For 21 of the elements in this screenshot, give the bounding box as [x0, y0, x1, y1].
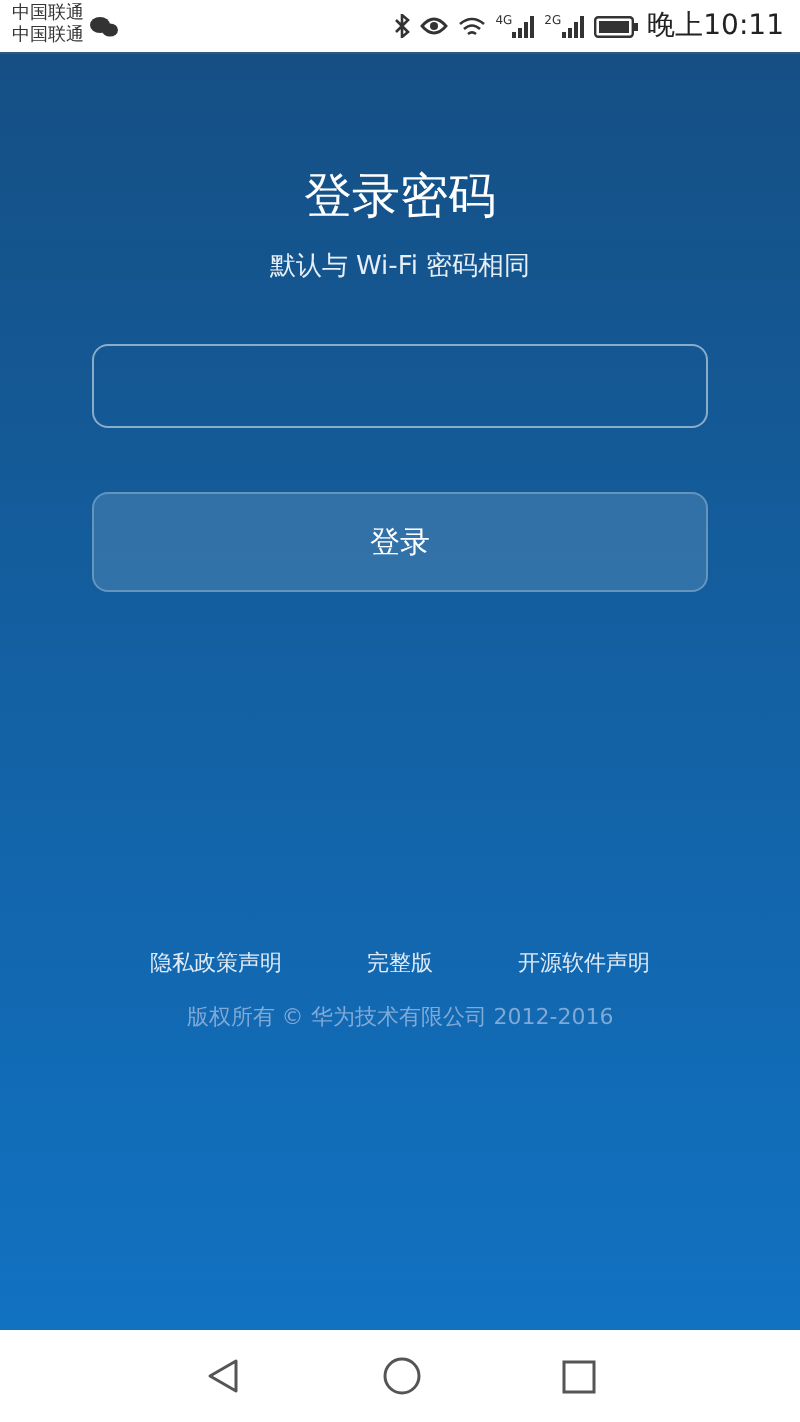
page-title: 登录密码 — [304, 166, 496, 228]
copyright-text: 版权所有 © 华为技术有限公司 2012-2016 — [186, 1002, 614, 1032]
footer-link[interactable]: 隐私政策声明 — [150, 948, 282, 978]
carrier-name: 中国联通 — [12, 26, 84, 48]
carrier-name: 中国联通 — [12, 4, 84, 25]
eye-icon — [419, 16, 448, 36]
password-field[interactable] — [92, 344, 708, 428]
chat-bubbles-icon — [90, 15, 118, 37]
home-icon[interactable] — [381, 1356, 421, 1396]
login-button[interactable]: 登录 — [92, 492, 708, 592]
back-icon[interactable] — [205, 1358, 241, 1394]
signal-icon — [512, 15, 535, 37]
footer-link[interactable]: 完整版 — [367, 948, 433, 978]
footer-link[interactable]: 开源软件声明 — [518, 948, 650, 978]
battery-icon — [593, 15, 638, 37]
clock-time: 晚上10:11 — [647, 8, 784, 44]
bluetooth-icon — [393, 14, 410, 38]
wifi-icon — [457, 15, 486, 37]
signal-icon — [561, 15, 584, 37]
recent-apps-icon[interactable] — [561, 1359, 595, 1393]
page-subtitle: 默认与 Wi-Fi 密码相同 — [269, 250, 531, 284]
